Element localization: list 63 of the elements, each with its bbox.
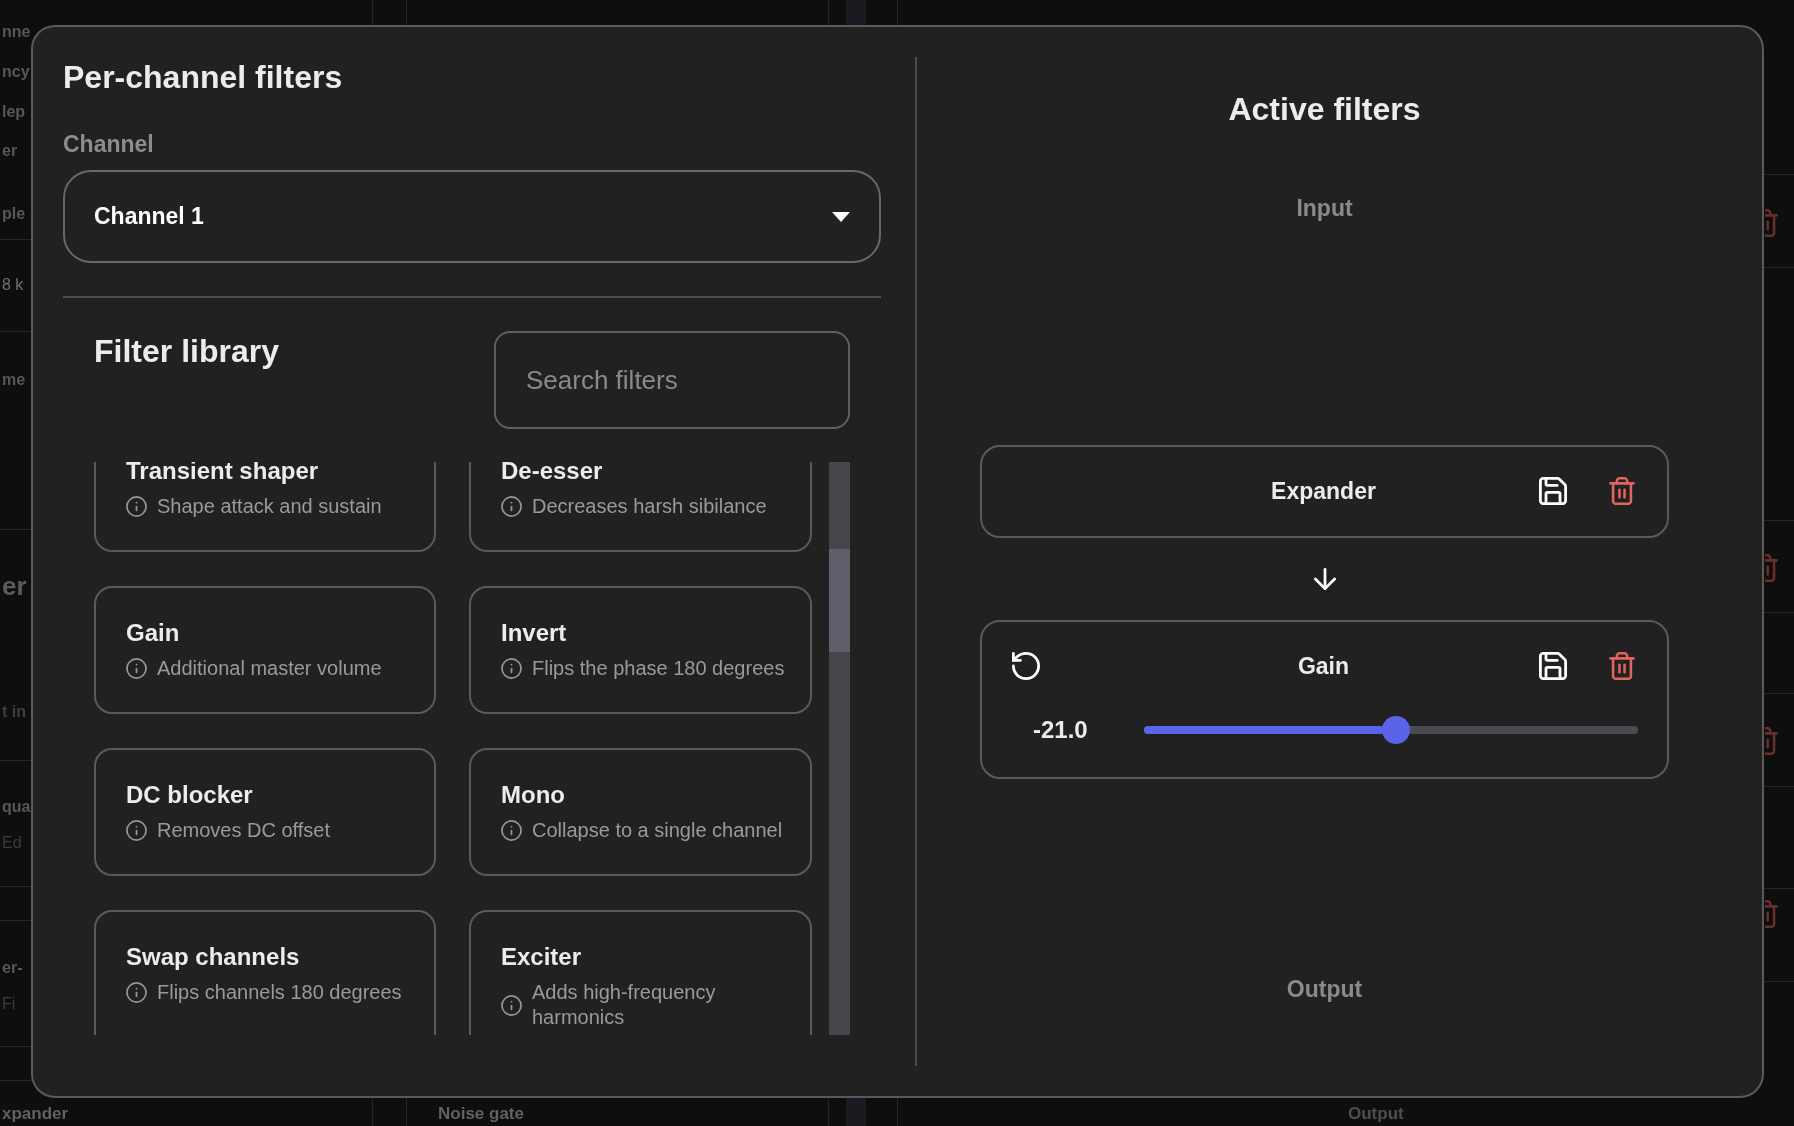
info-icon <box>126 658 147 679</box>
filter-description: Flips channels 180 degrees <box>157 980 402 1005</box>
filter-description: Removes DC offset <box>157 818 331 843</box>
item-label: lep <box>2 102 26 122</box>
section-title: Filter library <box>94 332 279 371</box>
filter-name: Exciter <box>501 942 582 972</box>
item-label: ple <box>2 204 26 224</box>
filter-description: Additional master volume <box>157 656 382 681</box>
item-label: xpander <box>2 1104 69 1124</box>
scrollbar-thumb[interactable] <box>829 549 850 652</box>
item-label: nne <box>2 22 31 42</box>
section-heading: er <box>2 570 27 603</box>
filter-card[interactable]: Gain Additional master volume <box>94 586 436 714</box>
item-value: 8 k <box>2 275 24 295</box>
filter-name: Swap channels <box>126 942 300 972</box>
caret-down-icon <box>832 211 850 222</box>
filter-description: Shape attack and sustain <box>157 494 382 519</box>
item-label: er <box>2 141 18 161</box>
search-field[interactable]: Search filters <box>494 331 850 429</box>
filter-name: De-esser <box>501 462 603 486</box>
filter-description: Collapse to a single channel <box>532 818 783 843</box>
filter-name: Invert <box>501 618 567 648</box>
channel-dropdown[interactable]: Channel 1 <box>63 170 881 263</box>
filter-name: Expander <box>1271 477 1376 505</box>
trash-icon[interactable] <box>1609 652 1635 680</box>
filter-card[interactable]: Transient shaper Shape attack and sustain <box>94 462 436 552</box>
filter-card[interactable]: DC blocker Removes DC offset <box>94 748 436 876</box>
filter-name: Transient shaper <box>126 462 319 486</box>
filter-card[interactable]: Mono Collapse to a single channel <box>469 748 812 876</box>
filter-name: DC blocker <box>126 780 253 810</box>
slider-thumb[interactable] <box>1381 716 1410 744</box>
down-arrow-icon <box>1313 568 1336 590</box>
filter-description: Flips the phase 180 degrees <box>532 656 785 681</box>
filter-description: Adds high-frequency harmonics <box>532 980 717 1030</box>
item-label: qua <box>2 797 31 817</box>
slider-value: -21.0 <box>1033 715 1088 745</box>
info-icon <box>501 994 522 1016</box>
filter-card[interactable]: Invert Flips the phase 180 degrees <box>469 586 812 714</box>
filter-description: Decreases harsh sibilance <box>532 494 767 519</box>
info-icon <box>501 496 522 517</box>
item-label: Noise gate <box>438 1104 524 1124</box>
chain-label: Output <box>1286 975 1363 1003</box>
info-icon <box>126 982 147 1003</box>
item-label: Output <box>1348 1104 1404 1124</box>
field-label: Channel <box>63 130 154 158</box>
item-label: er- <box>2 958 23 978</box>
item-label: ncy <box>2 62 30 82</box>
section-title: Active filters <box>1228 90 1421 129</box>
info-icon <box>501 820 522 841</box>
filter-card[interactable]: Swap channels Flips channels 180 degrees <box>94 910 436 1035</box>
info-icon <box>126 496 147 517</box>
filter-name: Mono <box>501 780 565 810</box>
filter-card[interactable]: De-esser Decreases harsh sibilance <box>469 462 812 552</box>
info-icon <box>501 658 522 679</box>
dialog-title: Per-channel filters <box>63 58 343 96</box>
item-label: me <box>2 370 26 390</box>
counterclockwise-arrow-icon[interactable] <box>1012 652 1040 680</box>
chain-label: Input <box>1296 194 1353 222</box>
trash-icon[interactable] <box>1609 477 1635 505</box>
filter-card[interactable]: Exciter Adds high-frequency harmonics <box>469 910 812 1035</box>
info-icon <box>126 820 147 841</box>
filter-name: Gain <box>126 618 180 648</box>
filter-name: Gain <box>1297 652 1350 680</box>
